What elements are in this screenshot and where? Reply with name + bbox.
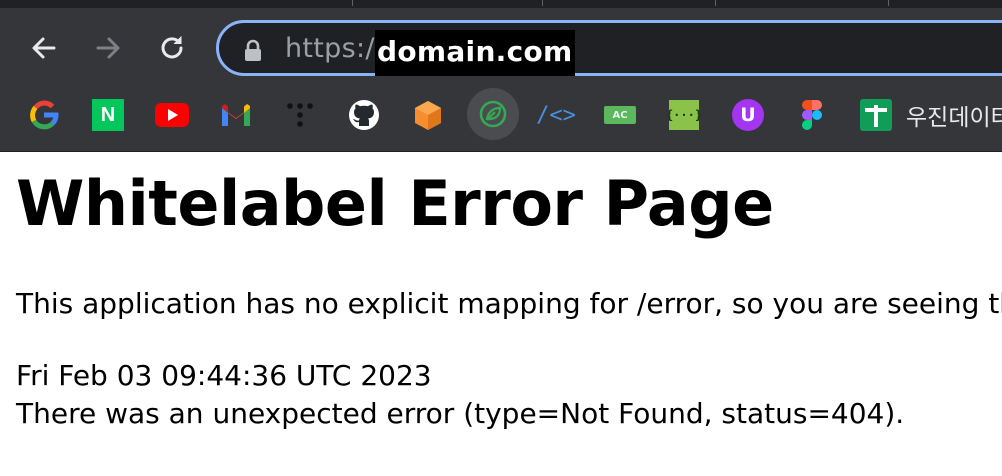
bookmark-label-data[interactable]: 우진데이터 (906, 98, 1002, 132)
ac-label: AC (612, 109, 628, 121)
bookmark-braces[interactable]: {···} (659, 90, 709, 140)
browser-chrome: https:/ domain.com N /<> AC {···} U 우진데이… (0, 0, 1002, 152)
address-bar[interactable]: https:/ domain.com (216, 20, 1002, 76)
youtube-icon (155, 103, 189, 127)
error-details: There was an unexpected error (type=Not … (16, 397, 905, 430)
reload-icon (161, 36, 183, 59)
github-icon (349, 100, 379, 130)
lock-icon[interactable] (243, 39, 263, 63)
bookmark-youtube[interactable] (147, 90, 197, 140)
bookmark-cube[interactable] (403, 90, 453, 140)
leaf-icon (479, 100, 507, 128)
naver-letter: N (100, 103, 116, 126)
tab-strip (0, 0, 1002, 8)
error-timestamp: Fri Feb 03 09:44:36 UTC 2023 (16, 359, 432, 392)
bookmark-ac[interactable]: AC (595, 90, 645, 140)
tab-separator (715, 0, 716, 6)
bookmark-naver[interactable]: N (83, 90, 133, 140)
bookmark-github[interactable] (339, 90, 389, 140)
bookmarks-bar: N /<> AC {···} U 우진데이터 (0, 84, 1002, 144)
reload-button[interactable] (150, 26, 194, 70)
udemy-icon: U (732, 99, 764, 131)
braces-icon: {···} (665, 100, 703, 130)
arrow-left-icon (32, 37, 56, 59)
tab-separator (352, 0, 353, 6)
figma-icon (802, 100, 822, 130)
braces-label: {···} (665, 108, 703, 122)
bookmark-udemy[interactable]: U (723, 90, 773, 140)
page-title: Whitelabel Error Page (16, 167, 774, 240)
google-icon (30, 100, 59, 130)
page-content: Whitelabel Error Page This application h… (0, 152, 1002, 476)
udemy-letter: U (740, 104, 756, 126)
dots-icon (287, 103, 313, 127)
tab-separator (542, 0, 543, 6)
orange-cube-icon (415, 101, 441, 130)
bookmark-leaf[interactable] (467, 88, 519, 140)
bookmark-dots[interactable] (275, 90, 325, 140)
bookmark-code[interactable]: /<> (531, 90, 581, 140)
bookmark-figma[interactable] (787, 90, 837, 140)
tab-separator (888, 0, 889, 6)
url-host: domain.com (375, 30, 575, 76)
forward-button[interactable] (86, 26, 130, 70)
error-message: This application has no explicit mapping… (16, 287, 1002, 320)
ac-icon: AC (604, 106, 636, 124)
gmail-icon (222, 104, 250, 126)
naver-icon: N (92, 99, 124, 131)
url-scheme: https:/ (285, 33, 375, 64)
code-brackets-icon: /<> (536, 102, 576, 128)
bookmark-google[interactable] (19, 90, 69, 140)
back-button[interactable] (22, 26, 66, 70)
plus-icon (860, 99, 892, 131)
bookmark-data[interactable] (851, 90, 901, 140)
bookmark-gmail[interactable] (211, 90, 261, 140)
arrow-right-icon (96, 37, 120, 59)
